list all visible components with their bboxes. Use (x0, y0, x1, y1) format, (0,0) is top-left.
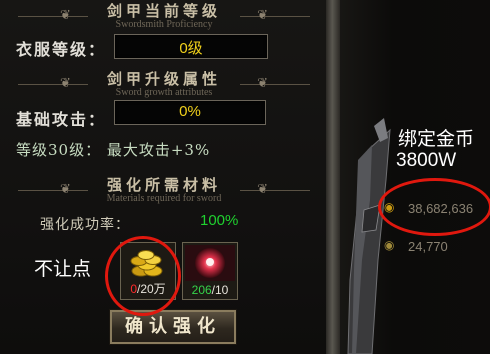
annotation-bound-gold-amount: 3800W (396, 150, 457, 171)
section-header-materials: ❦ ❦ 强化所需材料 Materials required for sword (0, 174, 328, 208)
base-attack-bar: 0% (114, 100, 266, 125)
right-panel: ◉ 38,682,636 ◉ 24,770 绑定金币 3800W (328, 0, 490, 354)
clothing-level-value: 0级 (179, 40, 203, 57)
section-title: 剑甲升级属性 (106, 70, 221, 88)
success-rate-value: 100% (200, 212, 239, 229)
section-subtitle: Materials required for sword (106, 193, 222, 204)
material-count: 206/10 (183, 283, 237, 297)
section-subtitle: Swordsmith Proficiency (115, 19, 213, 30)
material-need: /10 (211, 283, 229, 297)
frame-border (326, 0, 340, 354)
material-slot-crystal[interactable]: 206/10 (182, 242, 238, 300)
annotation-no-give: 不让点 (34, 259, 92, 280)
red-crystal-icon (185, 245, 235, 281)
base-attack-value: 0% (179, 103, 201, 120)
currency-icon: ◉ (384, 238, 395, 252)
clothing-level-label: 衣服等级： (16, 40, 107, 59)
material-have: 206 (191, 283, 212, 297)
section-subtitle: Sword growth attributes (115, 87, 213, 98)
annotation-bound-gold-label: 绑定金币 (398, 129, 475, 150)
annotation-circle-gold (378, 178, 490, 236)
enhance-panel: ❦ ❦ 剑甲当前等级 Swordsmith Proficiency 衣服等级： … (0, 0, 328, 354)
base-attack-label: 基础攻击： (16, 110, 107, 129)
section-header-proficiency: ❦ ❦ 剑甲当前等级 Swordsmith Proficiency (0, 0, 328, 34)
sword-image-icon (347, 118, 391, 354)
confirm-enhance-button[interactable]: 确认强化 (110, 310, 236, 344)
clothing-level-bar: 0级 (114, 34, 268, 59)
section-header-growth: ❦ ❦ 剑甲升级属性 Sword growth attributes (0, 68, 328, 102)
success-rate-label: 强化成功率： (40, 217, 130, 233)
annotation-circle-material (105, 236, 181, 316)
section-title: 剑甲当前等级 (106, 2, 221, 20)
currency-amount: 24,770 (408, 239, 448, 254)
section-title: 强化所需材料 (106, 176, 221, 194)
level-bonus-text: 等级30级： 最大攻击+3% (16, 141, 211, 159)
